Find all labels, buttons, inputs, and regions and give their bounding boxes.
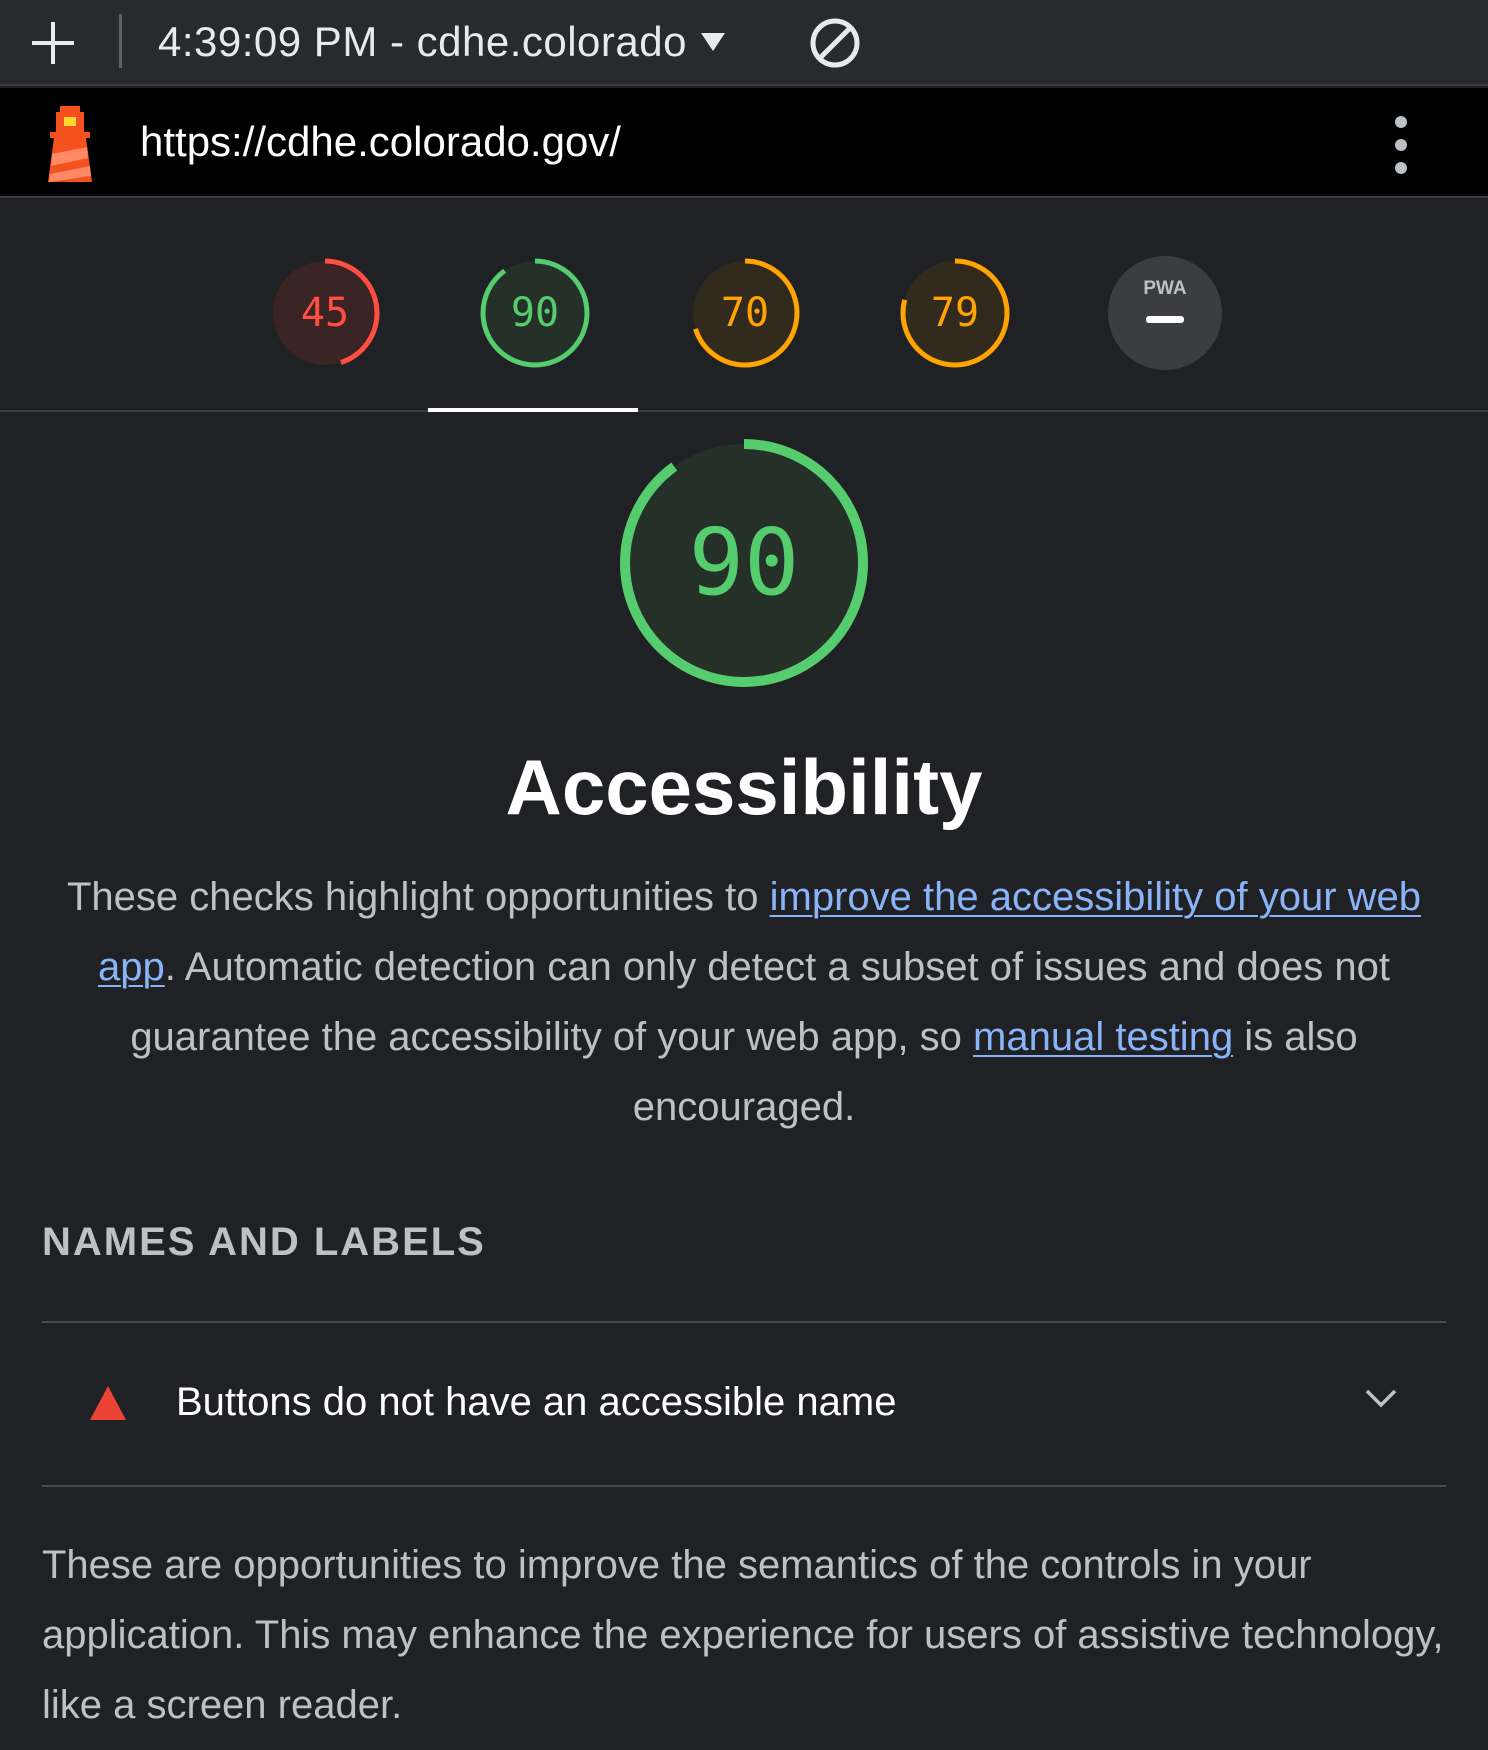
description-text: These checks highlight opportunities to xyxy=(66,875,770,919)
gauge-pwa[interactable]: PWA xyxy=(1108,256,1222,370)
gauge-seo[interactable]: 79 xyxy=(898,256,1012,370)
more-vertical-icon[interactable] xyxy=(1384,114,1418,176)
fail-triangle-icon xyxy=(90,1386,126,1420)
report-url-bar: https://cdhe.colorado.gov/ xyxy=(0,88,1488,198)
report-url: https://cdhe.colorado.gov/ xyxy=(140,118,621,165)
devtools-toolbar: 4:39:09 PM - cdhe.colorado xyxy=(0,0,1488,86)
report-select-label: 4:39:09 PM - cdhe.colorado xyxy=(158,18,687,65)
caret-down-icon xyxy=(700,33,725,51)
category-title: Accessibility xyxy=(505,743,983,831)
pwa-badge-icon: PWA xyxy=(1108,256,1222,370)
clear-icon[interactable] xyxy=(808,16,862,70)
accessibility-score-gauge: 90 xyxy=(617,436,871,690)
accessibility-score: 90 xyxy=(688,509,800,616)
group-description: These are opportunities to improve the s… xyxy=(42,1543,1444,1727)
report-select[interactable]: 4:39:09 PM - cdhe.colorado xyxy=(158,14,727,70)
gauge-score: 79 xyxy=(930,290,980,336)
chevron-down-icon xyxy=(1365,1389,1397,1408)
selected-tab-indicator xyxy=(428,408,638,412)
gauge-score: 90 xyxy=(510,290,560,336)
gauge-accessibility[interactable]: 90 xyxy=(478,256,592,370)
gauge-best-practices[interactable]: 70 xyxy=(688,256,802,370)
audit-title: Buttons do not have an accessible name xyxy=(176,1380,897,1424)
group-divider xyxy=(42,1321,1446,1323)
plus-icon[interactable] xyxy=(30,20,76,66)
audit-button-name[interactable]: Buttons do not have an accessible name xyxy=(42,1324,1446,1484)
lighthouse-logo xyxy=(40,102,100,186)
gauge-performance[interactable]: 45 xyxy=(268,256,382,370)
pwa-badge-label: PWA xyxy=(1143,278,1187,299)
audit-divider xyxy=(42,1485,1446,1487)
category-gauges: 45 90 70 79 PWA xyxy=(0,198,1488,412)
gauge-score: 70 xyxy=(720,290,770,336)
manual-testing-link[interactable]: manual testing xyxy=(973,1015,1233,1059)
gauge-score: 45 xyxy=(300,290,350,336)
group-title: NAMES AND LABELS xyxy=(42,1220,486,1264)
category-description: These checks highlight opportunities to … xyxy=(40,862,1448,1142)
toolbar-separator xyxy=(119,14,122,68)
